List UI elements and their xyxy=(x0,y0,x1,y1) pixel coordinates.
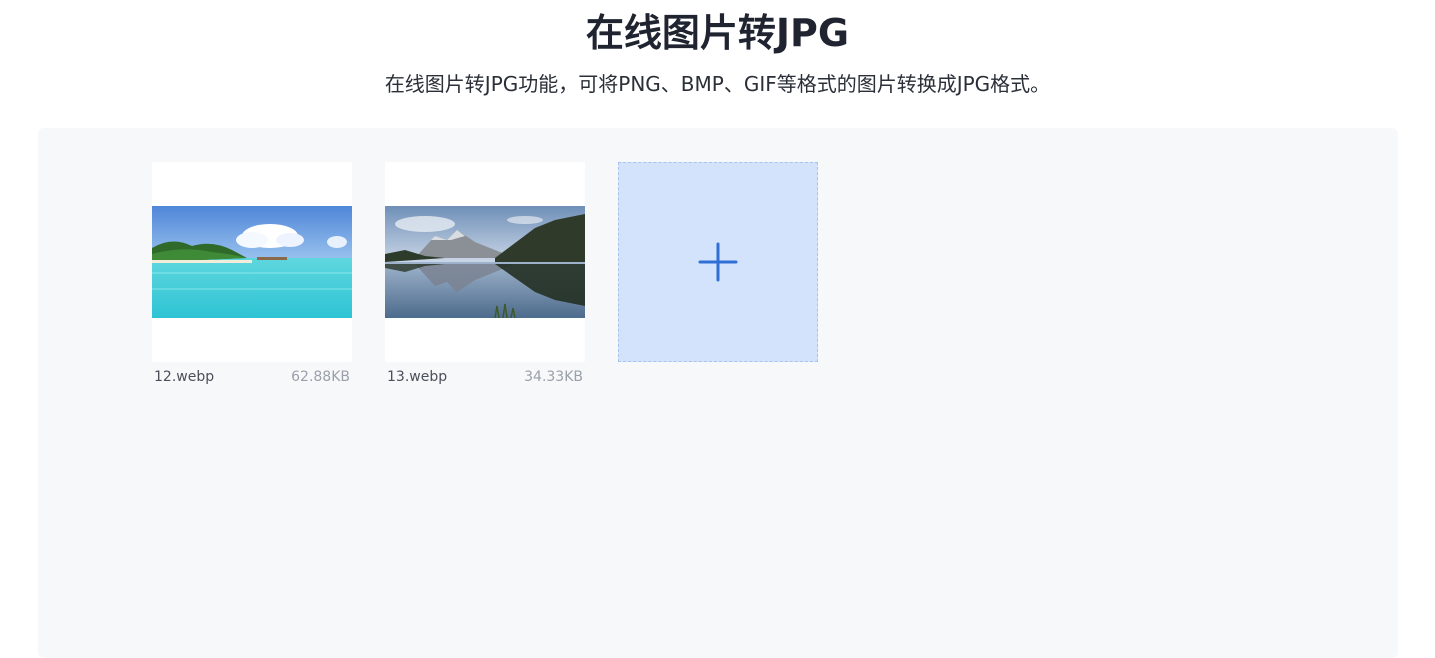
page-title: 在线图片转JPG xyxy=(585,11,850,55)
file-card[interactable]: 12.webp 62.88KB xyxy=(152,162,352,392)
file-meta: 13.webp 34.33KB xyxy=(385,362,585,392)
file-meta: 12.webp 62.88KB xyxy=(152,362,352,392)
file-thumbnail[interactable] xyxy=(152,162,352,362)
file-card[interactable]: 13.webp 34.33KB xyxy=(385,162,585,392)
file-thumbnail[interactable] xyxy=(385,162,585,362)
mountain-lake-image xyxy=(385,206,585,318)
file-name: 13.webp xyxy=(387,369,448,385)
upload-workspace[interactable]: 12.webp 62.88KB 13.webp 34.33KB xyxy=(38,128,1398,658)
beach-image xyxy=(152,206,352,318)
page-subtitle: 在线图片转JPG功能，可将PNG、BMP、GIF等格式的图片转换成JPG格式。 xyxy=(384,72,1051,96)
file-size: 34.33KB xyxy=(524,369,583,385)
file-name: 12.webp xyxy=(154,369,215,385)
plus-icon xyxy=(698,242,738,282)
add-file-button[interactable] xyxy=(618,162,818,362)
file-size: 62.88KB xyxy=(291,369,350,385)
